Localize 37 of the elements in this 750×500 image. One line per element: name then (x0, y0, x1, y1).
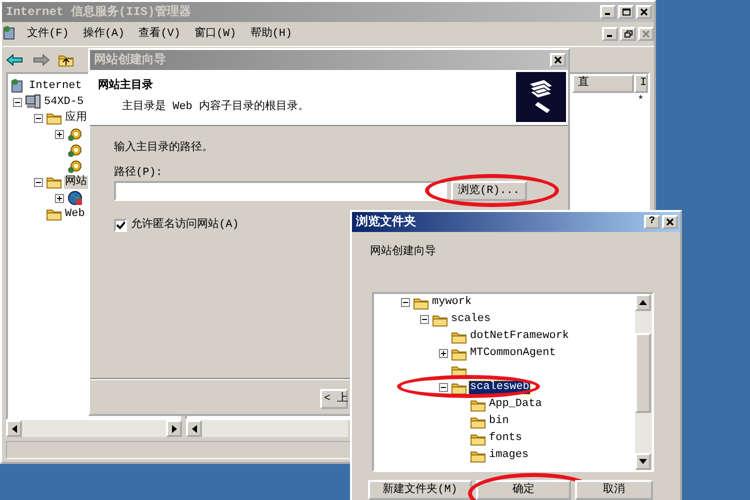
checkbox-label[interactable]: 允许匿名访问网站(A) (131, 217, 239, 234)
help-button[interactable]: ? (644, 215, 660, 229)
tree-item[interactable]: scalesweb (469, 381, 530, 394)
menu-item[interactable]: 窗口(W) (187, 24, 244, 44)
header-subtitle: 主目录是 Web 内容子目录的根目录。 (121, 98, 310, 114)
tree-item[interactable]: 应用 (64, 112, 88, 124)
tree-item[interactable]: scales (450, 313, 492, 326)
tree-item[interactable]: 54XD-5 (43, 96, 85, 108)
tree-item[interactable]: bin (488, 415, 510, 428)
tree-item[interactable]: App_Data (488, 398, 543, 411)
column-header[interactable]: 直 (572, 74, 634, 93)
description-text: 网站创建向导 (369, 244, 437, 260)
prompt-text: 输入主目录的路径。 (114, 140, 214, 156)
menu-item[interactable]: 文件(F) (20, 24, 76, 44)
dialog-button[interactable]: 新建文件夹(M) (368, 480, 472, 500)
dialog-button[interactable]: 取消 (575, 480, 653, 500)
field-label: 路径(P): (114, 165, 164, 180)
menu-item[interactable]: 帮助(H) (243, 24, 300, 44)
tree-item[interactable]: images (488, 449, 530, 462)
back-button[interactable]: < 上 (320, 389, 348, 409)
browse-button[interactable]: 浏览(R)... (451, 181, 527, 201)
menu-item[interactable]: 查看(V) (132, 24, 188, 44)
window-title: Internet 信息服务(IIS)管理器 (6, 4, 192, 21)
menu-item[interactable]: 操作(A) (76, 24, 132, 44)
tree-item[interactable]: Internet (28, 80, 83, 92)
dialog-button[interactable]: 确定 (476, 480, 571, 500)
header-title: 网站主目录 (98, 78, 154, 94)
tree-item[interactable]: mywork (431, 296, 473, 309)
tree-item[interactable]: Web (64, 208, 86, 220)
tree-item[interactable]: dotNetFramework (469, 330, 570, 343)
window-title: 网站创建向导 (94, 52, 167, 69)
column-header[interactable]: I (634, 74, 648, 93)
tree-item[interactable]: 网站 (64, 176, 88, 188)
tree-item[interactable]: fonts (488, 432, 524, 445)
list-cell-text: * (637, 94, 644, 109)
window-title: 浏览文件夹 (356, 214, 417, 231)
tree-item[interactable]: MTCommonAgent (469, 347, 557, 360)
